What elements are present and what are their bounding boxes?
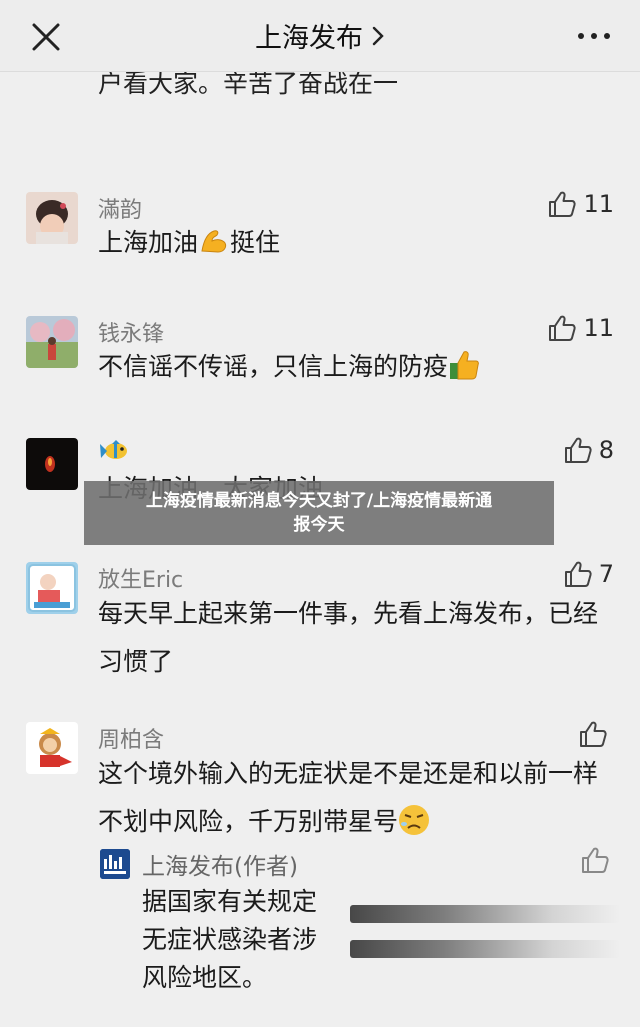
avatar[interactable] <box>26 192 78 244</box>
avatar[interactable] <box>26 438 78 490</box>
like-button[interactable]: 11 <box>547 190 614 218</box>
reply-line: 据国家有关规定 <box>142 887 318 916</box>
redaction-blur <box>350 940 620 958</box>
comment-text: 这个境外输入的无症状是不是还是和以前一样不划中风险，千万别带星号 <box>98 759 599 836</box>
like-count: 7 <box>598 560 614 588</box>
thumbs-up-emoji-icon <box>448 349 480 381</box>
comment-text: 不信谣不传谣，只信上海的防疫 <box>98 343 600 391</box>
like-button[interactable] <box>580 846 610 874</box>
comment-text: 上海加油 挺住 <box>98 219 600 267</box>
thumbs-up-icon <box>549 191 577 217</box>
angry-face-icon <box>398 804 430 836</box>
top-bar: 上海发布 <box>0 0 640 72</box>
page-title-text: 上海发布 <box>255 23 363 54</box>
author-avatar[interactable] <box>100 849 130 879</box>
thumbs-up-icon <box>564 437 592 463</box>
banner-line-2: 报今天 <box>293 515 345 535</box>
avatar[interactable] <box>26 722 78 774</box>
avatar[interactable] <box>26 562 78 614</box>
thumbs-up-icon <box>549 315 577 341</box>
more-options-icon[interactable] <box>574 24 614 48</box>
like-button[interactable]: 8 <box>563 436 614 464</box>
chevron-right-icon <box>372 26 384 45</box>
thumbs-up-icon <box>582 847 609 873</box>
thumbs-up-icon <box>564 561 592 587</box>
bottom-fade <box>0 990 640 1027</box>
close-icon[interactable] <box>26 17 66 57</box>
avatar[interactable] <box>26 316 78 368</box>
author-reply-text: 据国家有关规定 无症状感染者涉 风险地区。 <box>142 883 317 997</box>
commenter-name[interactable] <box>98 436 132 466</box>
comment-text: 每天早上起来第一件事，先看上海发布，已经习惯了 <box>98 599 599 676</box>
thumbs-up-icon <box>580 721 607 747</box>
banner-line-1: 上海疫情最新消息今天又封了/上海疫情最新通 <box>145 491 493 511</box>
like-button[interactable]: 11 <box>547 314 614 342</box>
page-title[interactable]: 上海发布 <box>255 16 385 55</box>
author-name[interactable]: 上海发布(作者) <box>142 847 298 881</box>
flexed-biceps-icon <box>198 225 230 257</box>
reply-line: 无症状感染者涉 <box>142 925 318 954</box>
like-count: 8 <box>598 436 614 464</box>
like-count: 11 <box>583 314 614 342</box>
redaction-blur <box>350 905 620 923</box>
like-count: 11 <box>583 190 614 218</box>
tropical-fish-icon <box>98 436 132 466</box>
like-button[interactable] <box>578 720 614 748</box>
like-button[interactable]: 7 <box>563 560 614 588</box>
article-title-overlay[interactable]: 上海疫情最新消息今天又封了/上海疫情最新通 报今天 <box>84 481 554 545</box>
